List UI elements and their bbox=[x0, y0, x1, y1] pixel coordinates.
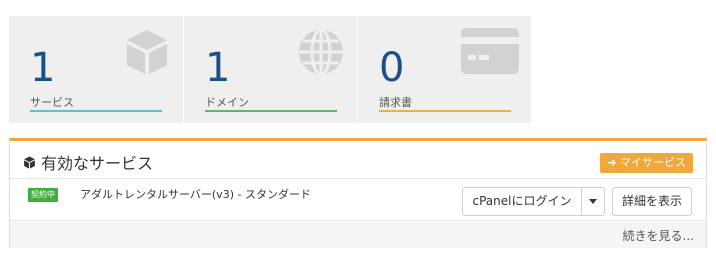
active-services-panel: 有効なサービス ➔ マイサービス 契約中 アダルトレンタルサーバー(v3) - … bbox=[9, 138, 707, 248]
services-count: 1 bbox=[30, 45, 56, 91]
my-services-button[interactable]: ➔ マイサービス bbox=[600, 153, 693, 173]
credit-card-icon bbox=[461, 28, 519, 78]
domains-count: 1 bbox=[205, 45, 231, 91]
cube-icon bbox=[23, 154, 36, 173]
service-name[interactable]: アダルトレンタルサーバー(v3) - スタンダード bbox=[80, 186, 311, 202]
globe-icon bbox=[297, 28, 345, 80]
stats-bar: 1 サービス 1 ドメイン 0 請求書 bbox=[9, 16, 531, 123]
status-badge: 契約中 bbox=[28, 188, 58, 202]
services-label: サービス bbox=[30, 96, 74, 109]
invoices-count: 0 bbox=[379, 45, 405, 91]
cpanel-login-button[interactable]: cPanelにログイン bbox=[462, 187, 582, 216]
view-details-button[interactable]: 詳細を表示 bbox=[612, 187, 692, 216]
domains-label: ドメイン bbox=[205, 96, 249, 109]
panel-header: 有効なサービス ➔ マイサービス bbox=[10, 141, 706, 179]
invoices-label: 請求書 bbox=[379, 96, 412, 109]
cpanel-dropdown-button[interactable] bbox=[581, 187, 605, 216]
stat-tile-invoices[interactable]: 0 請求書 bbox=[357, 16, 531, 123]
domains-underline bbox=[205, 110, 337, 112]
stat-tile-domains[interactable]: 1 ドメイン bbox=[183, 16, 357, 123]
services-underline bbox=[30, 110, 162, 112]
panel-title: 有効なサービス bbox=[41, 154, 154, 173]
panel-footer: 続きを見る... bbox=[10, 222, 706, 248]
invoices-underline bbox=[379, 110, 511, 112]
see-more-link[interactable]: 続きを見る... bbox=[623, 227, 694, 244]
caret-down-icon bbox=[589, 199, 597, 204]
stat-tile-services[interactable]: 1 サービス bbox=[9, 16, 183, 123]
cube-icon bbox=[123, 28, 171, 80]
service-row: 契約中 アダルトレンタルサーバー(v3) - スタンダード cPanelにログイ… bbox=[10, 179, 706, 221]
